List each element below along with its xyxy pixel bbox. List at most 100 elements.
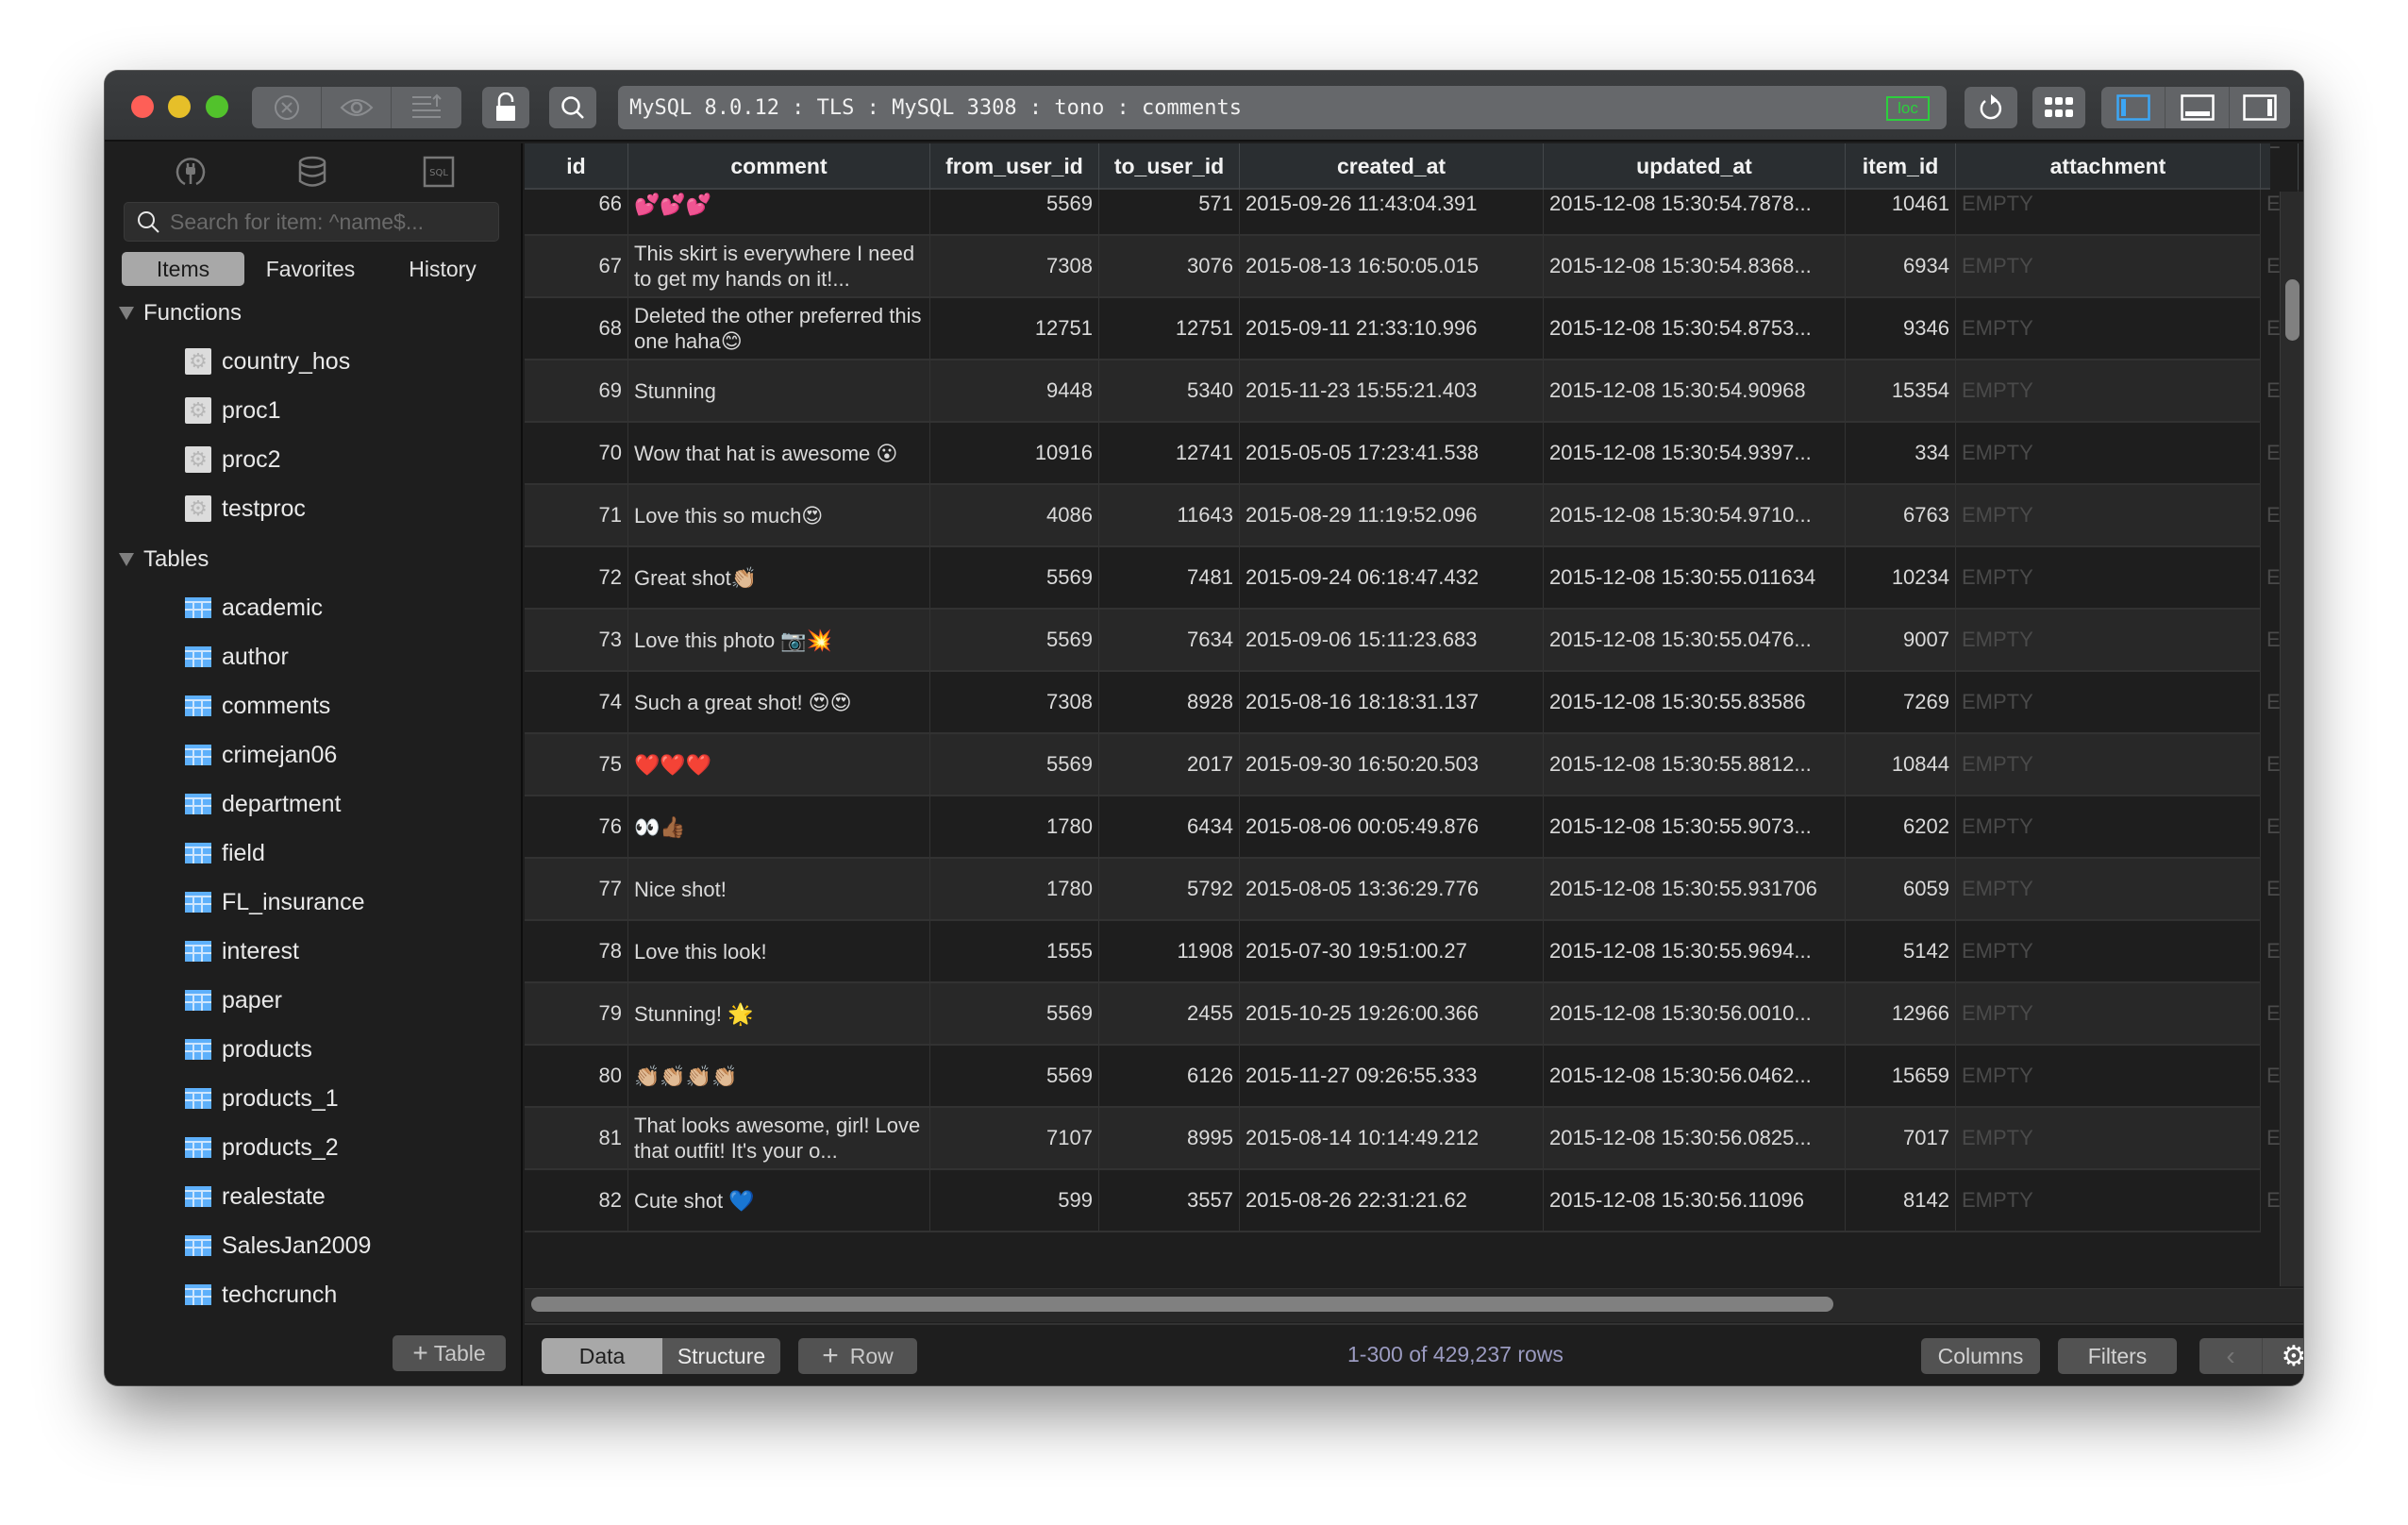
tab-structure[interactable]: Structure	[662, 1338, 780, 1374]
tab-items[interactable]: Items	[122, 252, 244, 286]
cell-updated-at[interactable]: 2015-12-08 15:30:55.9073...	[1544, 796, 1846, 857]
cell-item-id[interactable]: 10234	[1846, 547, 1956, 608]
cell-from-user-id[interactable]: 7107	[930, 1108, 1099, 1168]
cell-id[interactable]: 76	[525, 796, 628, 857]
cell-from-user-id[interactable]: 7308	[930, 672, 1099, 732]
minimize-window-button[interactable]	[168, 95, 191, 118]
cell-created-at[interactable]: 2015-08-06 00:05:49.876	[1240, 796, 1544, 857]
column-header-from-user-id[interactable]: from_user_id	[930, 143, 1099, 190]
cell-attachment[interactable]: EMPTY	[1956, 360, 2261, 421]
cell-comment[interactable]: Nice shot!	[628, 859, 930, 919]
toggle-left-panel-button[interactable]	[2101, 87, 2166, 128]
cell-comment[interactable]: Deleted the other preferred this one hah…	[628, 298, 930, 359]
cell-comment[interactable]: That looks awesome, girl! Love that outf…	[628, 1108, 930, 1168]
vertical-scroll-thumb[interactable]	[2285, 279, 2299, 341]
table-row[interactable]: 70 Wow that hat is awesome 😮 10916 12741 201…	[525, 423, 2299, 485]
databases-button[interactable]	[295, 155, 329, 189]
cell-id[interactable]: 70	[525, 423, 628, 483]
cell-created-at[interactable]: 2015-07-30 19:51:00.27	[1240, 921, 1544, 981]
cell-item-id[interactable]: 6934	[1846, 236, 1956, 296]
cell-to-user-id[interactable]: 8928	[1099, 672, 1240, 732]
cell-id[interactable]: 78	[525, 921, 628, 981]
cell-comment[interactable]: Wow that hat is awesome 😮	[628, 423, 930, 483]
table-item[interactable]: comments	[185, 689, 330, 723]
cell-attachment[interactable]: EMPTY	[1956, 921, 2261, 981]
table-item[interactable]: realestate	[185, 1180, 326, 1214]
maximize-window-button[interactable]	[206, 95, 228, 118]
column-header-item-id[interactable]: item_id	[1846, 143, 1956, 190]
cell-created-at[interactable]: 2015-08-14 10:14:49.212	[1240, 1108, 1544, 1168]
horizontal-scrollbar[interactable]	[525, 1288, 2303, 1322]
cell-attachment[interactable]: EMPTY	[1956, 236, 2261, 296]
cell-from-user-id[interactable]: 5569	[930, 547, 1099, 608]
cell-id[interactable]: 71	[525, 485, 628, 545]
cell-created-at[interactable]: 2015-11-27 09:26:55.333	[1240, 1046, 1544, 1106]
cell-id[interactable]: 82	[525, 1170, 628, 1231]
cell-from-user-id[interactable]: 599	[930, 1170, 1099, 1231]
pagination-settings-button[interactable]: ⚙	[2263, 1338, 2303, 1374]
cell-from-user-id[interactable]: 5569	[930, 983, 1099, 1044]
cell-created-at[interactable]: 2015-09-30 16:50:20.503	[1240, 734, 1544, 795]
cell-from-user-id[interactable]: 1780	[930, 796, 1099, 857]
cell-item-id[interactable]: 10844	[1846, 734, 1956, 795]
cell-updated-at[interactable]: 2015-12-08 15:30:55.011634	[1544, 547, 1846, 608]
columns-button[interactable]: Columns	[1921, 1338, 2040, 1374]
cell-created-at[interactable]: 2015-11-23 15:55:21.403	[1240, 360, 1544, 421]
column-header-to-user-id[interactable]: to_user_id	[1099, 143, 1240, 190]
cell-from-user-id[interactable]: 7308	[930, 236, 1099, 296]
connection-address-bar[interactable]: MySQL 8.0.12 : TLS : MySQL 3308 : tono :…	[618, 86, 1947, 129]
table-row[interactable]: 80 👏🏼👏🏼👏🏼👏🏼 5569 6126 2015-11-27 09:26:55.33…	[525, 1046, 2299, 1108]
table-row[interactable]: 69 Stunning 9448 5340 2015-11-23 15:55:21.40…	[525, 360, 2299, 423]
cell-attachment[interactable]: EMPTY	[1956, 610, 2261, 670]
column-header-updated-at[interactable]: updated_at	[1544, 143, 1846, 190]
lock-button[interactable]	[482, 87, 529, 128]
cell-created-at[interactable]: 2015-08-05 13:36:29.776	[1240, 859, 1544, 919]
cell-updated-at[interactable]: 2015-12-08 15:30:54.8368...	[1544, 236, 1846, 296]
cell-item-id[interactable]: 15354	[1846, 360, 1956, 421]
cell-attachment[interactable]: EMPTY	[1956, 672, 2261, 732]
cell-updated-at[interactable]: 2015-12-08 15:30:54.90968	[1544, 360, 1846, 421]
cell-to-user-id[interactable]: 12741	[1099, 423, 1240, 483]
table-item[interactable]: department	[185, 787, 341, 821]
horizontal-scroll-thumb[interactable]	[531, 1297, 1833, 1312]
cell-item-id[interactable]: 334	[1846, 423, 1956, 483]
function-item[interactable]: ⚙ proc2	[185, 443, 281, 477]
section-tables[interactable]: Tables	[119, 543, 209, 577]
section-functions[interactable]: Functions	[119, 296, 242, 330]
preview-button[interactable]	[322, 87, 392, 128]
cell-from-user-id[interactable]: 12751	[930, 298, 1099, 359]
cell-from-user-id[interactable]: 10916	[930, 423, 1099, 483]
table-row[interactable]: 79 Stunning! 🌟 5569 2455 2015-10-25 19:26:00…	[525, 983, 2299, 1046]
cell-from-user-id[interactable]: 4086	[930, 485, 1099, 545]
table-row[interactable]: 78 Love this look! 1555 11908 2015-07-30 19:…	[525, 921, 2299, 983]
toggle-bottom-panel-button[interactable]	[2166, 87, 2230, 128]
cell-to-user-id[interactable]: 8995	[1099, 1108, 1240, 1168]
table-item[interactable]: techcrunch	[185, 1278, 337, 1312]
cell-from-user-id[interactable]: 9448	[930, 360, 1099, 421]
table-item[interactable]: FL_insurance	[185, 885, 364, 919]
cell-attachment[interactable]: EMPTY	[1956, 298, 2261, 359]
function-item[interactable]: ⚙ country_hos	[185, 344, 350, 378]
cell-updated-at[interactable]: 2015-12-08 15:30:54.9710...	[1544, 485, 1846, 545]
cell-comment[interactable]: Cute shot 💙	[628, 1170, 930, 1231]
table-item[interactable]: products	[185, 1032, 312, 1066]
filters-button[interactable]: Filters	[2058, 1338, 2177, 1374]
table-item[interactable]: field	[185, 836, 265, 870]
cell-item-id[interactable]: 9007	[1846, 610, 1956, 670]
table-row[interactable]: 76 👀👍🏾 1780 6434 2015-08-06 00:05:49.876 2015…	[525, 796, 2299, 859]
cell-updated-at[interactable]: 2015-12-08 15:30:55.0476...	[1544, 610, 1846, 670]
cell-item-id[interactable]: 6202	[1846, 796, 1956, 857]
cell-updated-at[interactable]: 2015-12-08 15:30:55.931706	[1544, 859, 1846, 919]
table-row[interactable]: 72 Great shot👏🏼 5569 7481 2015-09-24 06:18:4…	[525, 547, 2299, 610]
cell-to-user-id[interactable]: 5340	[1099, 360, 1240, 421]
table-row[interactable]: 74 Such a great shot! 😍😍 7308 8928 2015-08-1…	[525, 672, 2299, 734]
tab-favorites[interactable]: Favorites	[244, 252, 376, 286]
table-row[interactable]: 75 ❤️❤️❤️ 5569 2017 2015-09-30 16:50:20.503 2…	[525, 734, 2299, 796]
cell-updated-at[interactable]: 2015-12-08 15:30:56.0825...	[1544, 1108, 1846, 1168]
cell-updated-at[interactable]: 2015-12-08 15:30:54.9397...	[1544, 423, 1846, 483]
cell-updated-at[interactable]: 2015-12-08 15:30:55.83586	[1544, 672, 1846, 732]
cell-comment[interactable]: 👏🏼👏🏼👏🏼👏🏼	[628, 1046, 930, 1106]
cell-item-id[interactable]: 12966	[1846, 983, 1956, 1044]
cell-id[interactable]: 79	[525, 983, 628, 1044]
cell-created-at[interactable]: 2015-10-25 19:26:00.366	[1240, 983, 1544, 1044]
